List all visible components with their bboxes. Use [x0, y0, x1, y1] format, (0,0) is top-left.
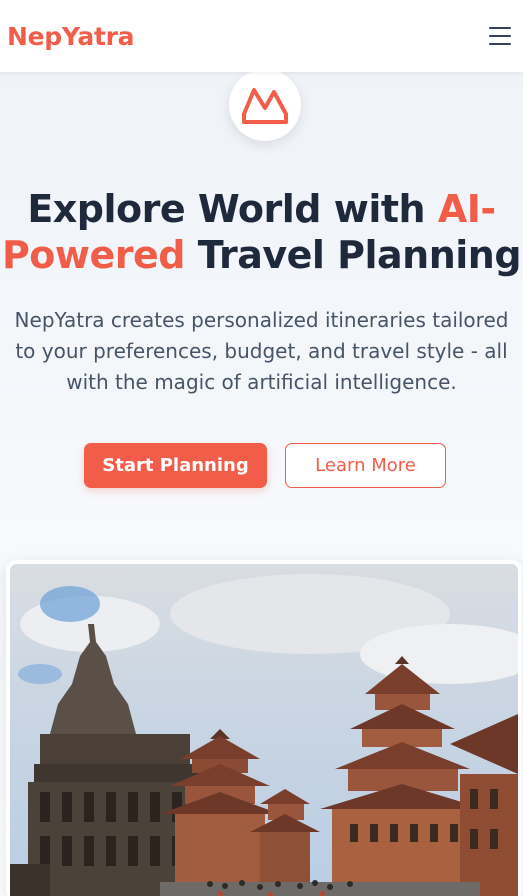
kathmandu-durbar-square-photo — [10, 564, 518, 896]
brand-logo-text[interactable]: NepYatra — [7, 22, 135, 51]
hero-title: Explore World with AI-Powered Travel Pla… — [0, 186, 523, 278]
menu-bar-line — [489, 43, 511, 45]
menu-bar-line — [489, 27, 511, 29]
hamburger-menu-icon[interactable] — [487, 25, 513, 47]
hero-title-part2: Travel Planning — [185, 233, 522, 277]
mountain-logo-icon — [242, 88, 288, 124]
mountain-logo-badge — [229, 69, 301, 141]
start-planning-button[interactable]: Start Planning — [84, 443, 267, 488]
hero-photo-card — [6, 560, 522, 896]
top-navbar: NepYatra — [0, 0, 523, 72]
learn-more-button[interactable]: Learn More — [285, 443, 446, 488]
hero-title-part1: Explore World with — [27, 187, 438, 231]
menu-bar-line — [489, 35, 511, 37]
hero-subtitle: NepYatra creates personalized itinerarie… — [14, 308, 509, 394]
